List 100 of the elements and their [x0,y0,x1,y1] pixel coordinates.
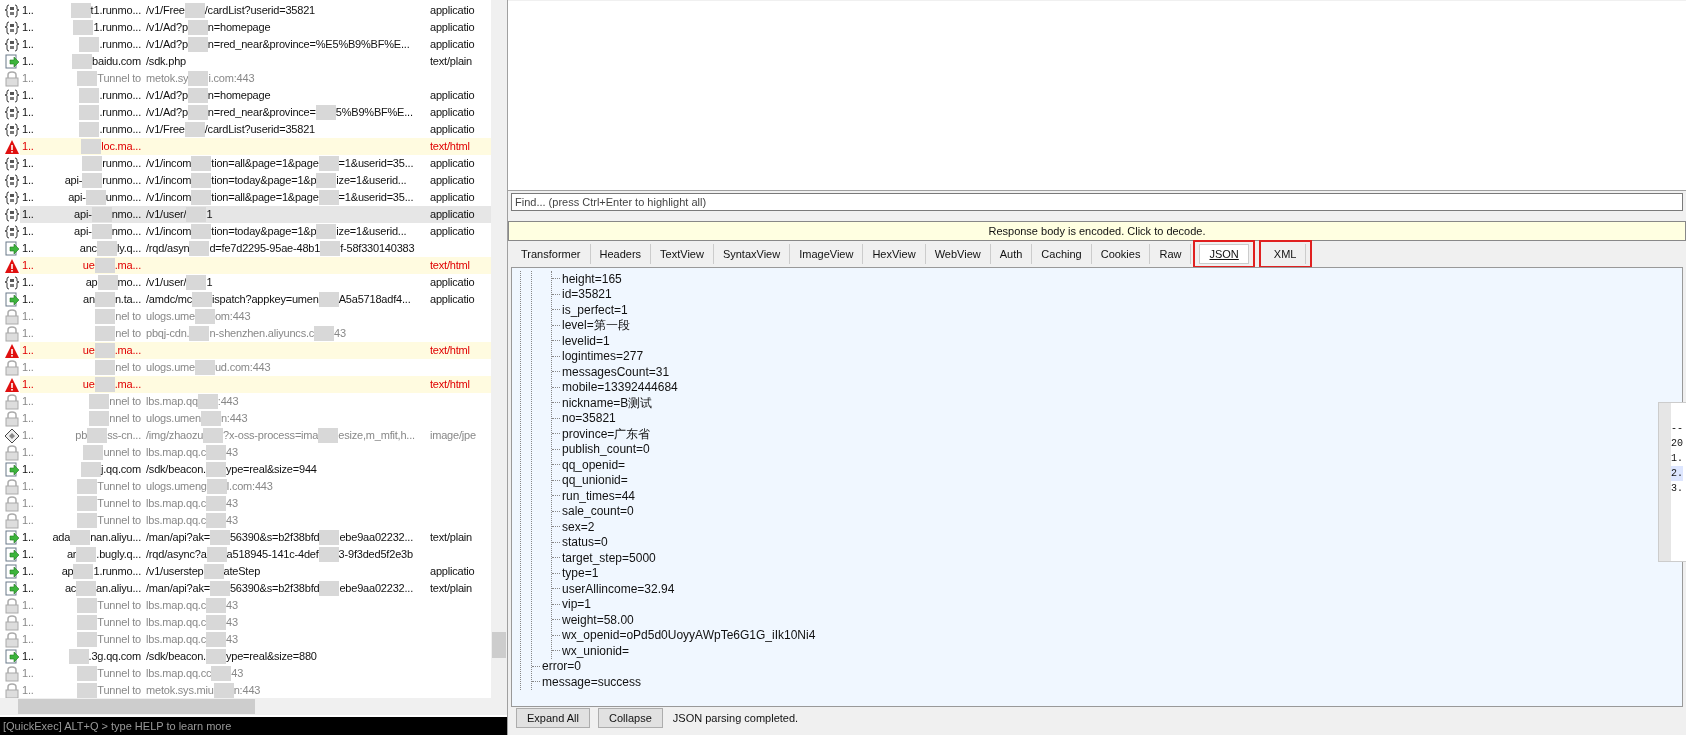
tab[interactable]: Transformer [512,244,591,264]
url-text: /v1/Ad?p [146,37,188,53]
tab[interactable]: XML [1264,244,1307,264]
session-row[interactable]: 1.. .runmo... /v1/Free /cardList?userid=35821 applicatio [20,121,491,138]
warning-icon [4,342,20,359]
session-row[interactable]: 1.. runmo... /v1/incom tion=all&page=1&page =1&userid=35... applicatio [20,155,491,172]
vertical-scrollbar[interactable] [491,0,507,698]
horizontal-scrollbar[interactable] [0,698,507,715]
url-text: /cardList?userid=35821 [204,3,315,19]
url-text: ebe9aa02232... [339,581,414,597]
session-row[interactable]: 1.. api- nmo... /v1/user/ 1 applicatio [20,206,491,223]
session-row[interactable]: 1.. ap mo... /v1/user/ 1 applicatio [20,274,491,291]
url-text: 1 [206,207,213,223]
session-row[interactable]: 1.. Tunnel to lbs.map.qq.c 43 [20,512,491,529]
redaction-block [188,71,209,86]
session-row[interactable]: 1.. ue .ma... text/html [20,257,491,274]
tab[interactable]: TextView [651,244,714,264]
session-row[interactable]: 1.. ac an.aliyu... /man/api?ak= 56390&s=b2f38bfd ebe9aa02232... text/plain [20,580,491,597]
host-text: n.ta... [114,292,141,308]
session-row[interactable]: 1.. nel to ulogs.ume om:443 [20,308,491,325]
session-row[interactable]: 1.. Tunnel to metok.sys.miu n:443 [20,682,491,698]
redaction-block [191,156,212,171]
session-row[interactable]: 1.. nel to pbqj-cdn. n-shenzhen.aliyuncs.c 43 [20,325,491,342]
session-row[interactable]: 1.. Tunnel to lbs.map.qq.cc 43 [20,665,491,682]
session-row[interactable]: 1.. nnel to ulogs.umen n:443 [20,410,491,427]
row-number: 1.. [21,258,35,274]
tab[interactable]: Cookies [1091,244,1151,264]
session-row[interactable]: 1.. api- runmo... /v1/incom tion=today&page=1&p ize=1&userid... applicatio [20,172,491,189]
url-text: 3-9f3ded5f2e3b [338,547,413,563]
host-text: api- [74,224,92,240]
redaction-block [187,105,208,120]
url-text: n-shenzhen.aliyuncs.c [209,326,315,342]
session-row[interactable]: 1.. api- nmo... /v1/incom tion=today&page=1&p ize=1&userid... applicatio [20,223,491,240]
tab[interactable]: WebView [925,244,991,264]
session-row[interactable]: 1.. pb ss-cn... /img/zhaozu ?x-oss-process=ima esize,m_mfit,h... image/jpe [20,427,491,444]
session-row[interactable]: 1.. .runmo... /v1/Ad?p n=red_near&province= 5%B9%BF%E... applicatio [20,104,491,121]
redaction-block [77,598,98,613]
session-row[interactable]: 1.. nnel to lbs.map.qq :443 [20,393,491,410]
toolbar-button[interactable]: Collapse [598,708,663,728]
session-row[interactable]: 1.. Tunnel to metok.sy i.com:443 [20,70,491,87]
url-text: i.com:443 [208,71,255,87]
tab[interactable]: SyntaxView [713,244,791,264]
session-row[interactable]: 1.. 1.runmo... /v1/Ad?p n=homepage applicatio [20,19,491,36]
session-row[interactable]: 1.. ada nan.aliyu... /man/api?ak= 56390&s=b2f38bfd ebe9aa02232... text/plain [20,529,491,546]
redaction-block [94,377,115,392]
popup-line: -- [1671,422,1683,436]
toolbar-button[interactable]: Expand All [516,708,590,728]
tab[interactable]: HexView [863,244,926,264]
session-row[interactable]: 1.. nel to ulogs.ume ud.com:443 [20,359,491,376]
session-row[interactable]: 1.. ue .ma... text/html [20,376,491,393]
session-row[interactable]: 1.. Tunnel to lbs.map.qq.c 43 [20,597,491,614]
tab[interactable]: Caching [1032,244,1092,264]
session-row[interactable]: 1.. api- unmo... /v1/incom tion=all&page=1&page =1&userid=35... applicatio [20,189,491,206]
tab[interactable]: Raw [1150,244,1192,264]
url-text: /man/api?ak= [146,581,210,597]
tab[interactable]: ImageView [790,244,864,264]
session-row[interactable]: 1.. unnel to lbs.map.qq.c 43 [20,444,491,461]
tab[interactable]: Auth [990,244,1033,264]
find-field[interactable]: Find... (press Ctrl+Enter to highlight all) [511,193,1683,211]
session-row[interactable]: 1.. Tunnel to ulogs.umeng l.com:443 [20,478,491,495]
session-row[interactable]: 1.. ar .bugly.q... /rqd/async?a a518945-141c-4def 3-9f3ded5f2e3b [20,546,491,563]
redaction-block [191,173,212,188]
redaction-block [82,156,103,171]
row-number: 1.. [21,496,35,512]
session-row[interactable]: 1.. .runmo... /v1/Ad?p n=red_near&province=%E5%B9%BF%E... applicatio [20,36,491,53]
session-row[interactable]: 1.. .3g.qq.com /sdk/beacon. ype=real&size=880 [20,648,491,665]
host-text: nnel to [109,411,141,427]
row-number: 1.. [21,37,35,53]
host-text: Tunnel to [97,513,141,529]
session-row[interactable]: 1.. anc ly.q... /rqd/asyn d=fe7d2295-95ae-48b1 f-58f330140383 [20,240,491,257]
braces-icon [4,104,20,121]
row-number: 1.. [21,360,35,376]
session-row[interactable]: 1.. ue .ma... text/html [20,342,491,359]
decode-notice-bar[interactable]: Response body is encoded. Click to decode. [508,221,1686,241]
redaction-block [209,581,230,596]
tab[interactable]: JSON [1199,244,1249,264]
tab[interactable]: Headers [590,244,652,264]
session-row[interactable]: 1.. .runmo... /v1/Ad?p n=homepage applicatio [20,87,491,104]
session-row[interactable]: 1.. baidu.com /sdk.php text/plain [20,53,491,70]
redaction-block [205,632,226,647]
redaction-block [94,258,115,273]
session-row[interactable]: 1.. an n.ta... /amdc/mc ispatch?appkey=umen A5a5718adf4... applicatio [20,291,491,308]
quickexec-bar[interactable]: [QuickExec] ALT+Q > type HELP to learn more [0,717,507,735]
session-row[interactable]: 1.. Tunnel to lbs.map.qq.c 43 [20,495,491,512]
content-type-text: applicatio [430,224,475,240]
redaction-block [314,326,335,341]
session-row[interactable]: 1.. ap 1.runmo... /v1/userstep ateStep applicatio [20,563,491,580]
row-number: 1.. [21,326,35,342]
session-row[interactable]: 1.. t1.runmo... /v1/Free /cardList?userid=35821 applicatio [20,2,491,19]
session-row[interactable]: 1.. loc.ma... text/html [20,138,491,155]
redaction-block [79,37,100,52]
tree-node[interactable]: height=165 [560,269,622,288]
session-row[interactable]: 1.. Tunnel to lbs.map.qq.c 43 [20,614,491,631]
redaction-block [206,649,226,664]
url-text: 1 [206,275,213,291]
row-number: 1.. [21,343,35,359]
host-text: api- [74,207,92,223]
session-row[interactable]: 1.. Tunnel to lbs.map.qq.c 43 [20,631,491,648]
url-text: ulogs.ume [146,360,195,376]
session-row[interactable]: 1.. j.qq.com /sdk/beacon. ype=real&size=944 [20,461,491,478]
